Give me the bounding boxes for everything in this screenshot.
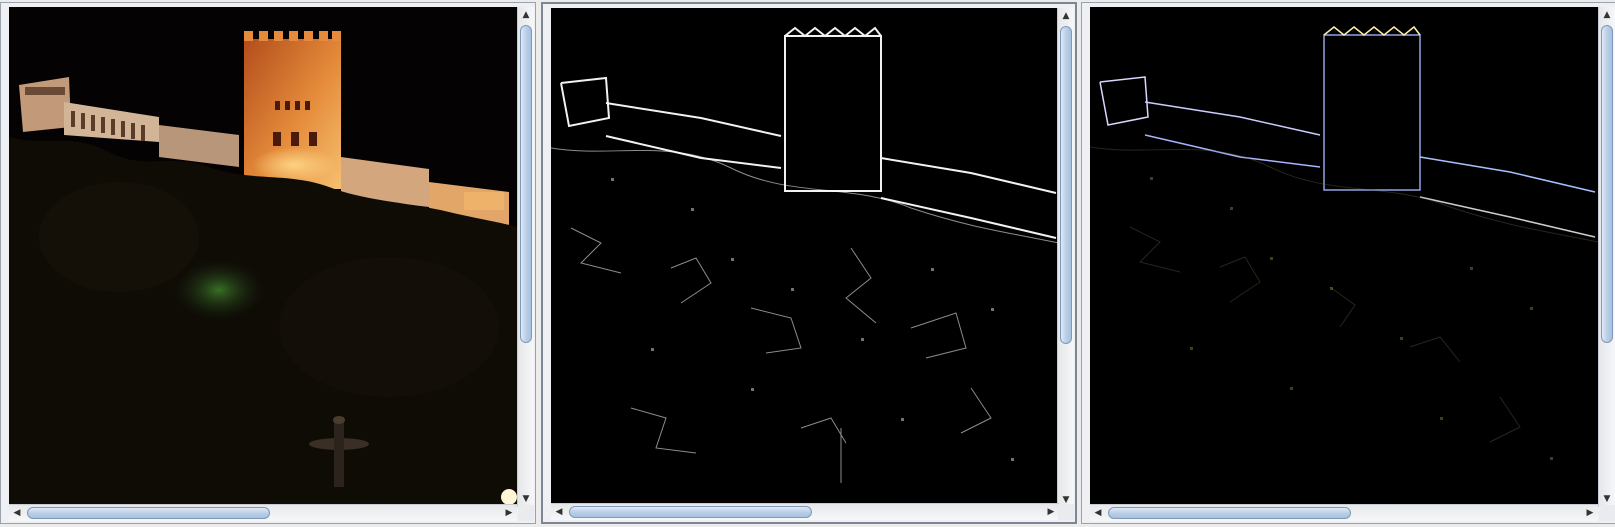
horizontal-scrollbar[interactable]: ◀ ▶ bbox=[1090, 504, 1598, 521]
scroll-right-icon[interactable]: ▶ bbox=[1582, 505, 1598, 521]
scroll-left-icon[interactable]: ◀ bbox=[1090, 505, 1106, 521]
horizontal-scrollbar[interactable]: ◀ ▶ bbox=[551, 503, 1059, 520]
scroll-up-icon[interactable]: ▲ bbox=[1599, 7, 1615, 23]
horizontal-scrollbar[interactable]: ◀ ▶ bbox=[9, 504, 517, 521]
image-viewport-original[interactable] bbox=[9, 7, 517, 507]
scroll-up-icon[interactable]: ▲ bbox=[518, 7, 534, 23]
image-panel-original[interactable]: ▲ ▼ ◀ ▶ bbox=[0, 2, 536, 524]
image-panel-edges-grayscale[interactable]: ▲ ▼ ◀ ▶ bbox=[541, 2, 1077, 524]
color-edge-map-image bbox=[1090, 7, 1598, 507]
scroll-corner bbox=[1058, 504, 1074, 520]
vertical-scrollbar[interactable]: ▲ ▼ bbox=[517, 7, 534, 507]
castle-photo bbox=[9, 7, 517, 507]
image-panel-edges-color[interactable]: ▲ ▼ ◀ ▶ bbox=[1081, 2, 1615, 524]
edge-map-image bbox=[551, 8, 1059, 508]
vertical-scroll-thumb[interactable] bbox=[1060, 26, 1072, 344]
image-viewport-edges-color[interactable] bbox=[1090, 7, 1598, 507]
vertical-scroll-thumb[interactable] bbox=[520, 25, 532, 343]
scroll-up-icon[interactable]: ▲ bbox=[1058, 8, 1074, 24]
horizontal-scroll-thumb[interactable] bbox=[1108, 507, 1351, 519]
horizontal-scroll-thumb[interactable] bbox=[27, 507, 270, 519]
scroll-right-icon[interactable]: ▶ bbox=[501, 505, 517, 521]
horizontal-scroll-thumb[interactable] bbox=[569, 506, 812, 518]
vertical-scroll-thumb[interactable] bbox=[1601, 25, 1613, 343]
image-viewport-edges-grayscale[interactable] bbox=[551, 8, 1059, 508]
vertical-scrollbar[interactable]: ▲ ▼ bbox=[1057, 8, 1074, 508]
vertical-scrollbar[interactable]: ▲ ▼ bbox=[1598, 7, 1615, 507]
scroll-left-icon[interactable]: ◀ bbox=[551, 504, 567, 520]
scroll-corner bbox=[1599, 505, 1615, 521]
scroll-right-icon[interactable]: ▶ bbox=[1043, 504, 1059, 520]
scroll-left-icon[interactable]: ◀ bbox=[9, 505, 25, 521]
scroll-corner bbox=[518, 505, 534, 521]
